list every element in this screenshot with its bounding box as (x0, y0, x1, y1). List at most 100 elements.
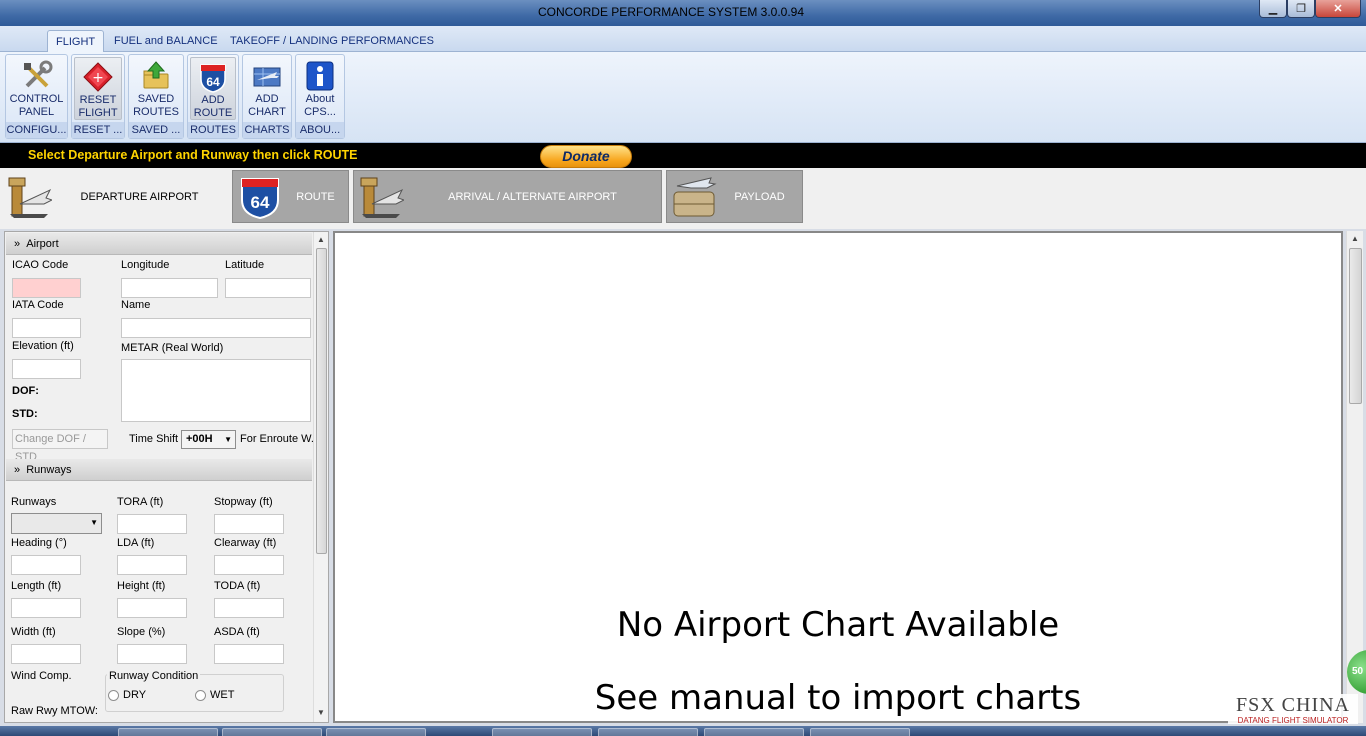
stopway-label: Stopway (ft) (214, 496, 273, 508)
icao-input[interactable] (12, 278, 81, 298)
about-label-2: CPS... (304, 106, 336, 118)
reset-flight-label-1: RESET (79, 94, 117, 106)
taskbar-item[interactable] (704, 728, 804, 736)
enroute-label: For Enroute W... (240, 433, 321, 445)
tab-arrival-alternate-airport[interactable]: ARRIVAL / ALTERNATE AIRPORT (353, 170, 662, 223)
taskbar-item[interactable] (118, 728, 218, 736)
taskbar-item[interactable] (326, 728, 426, 736)
heading-input[interactable] (11, 555, 81, 575)
scroll-up-icon[interactable]: ▲ (317, 235, 325, 244)
tab-payload[interactable]: PAYLOAD (666, 170, 803, 223)
taskbar-item[interactable] (810, 728, 910, 736)
asda-input[interactable] (214, 644, 284, 664)
dry-radio[interactable]: DRY (108, 689, 146, 701)
tab-flight[interactable]: FLIGHT (47, 30, 105, 52)
tab-takeoff-landing-performances[interactable]: TAKEOFF / LANDING PERFORMANCES (222, 30, 442, 52)
import-charts-hint: See manual to import charts (594, 678, 1082, 718)
add-chart-button[interactable]: ADD CHART (245, 57, 289, 120)
metar-label: METAR (Real World) (121, 342, 224, 354)
height-input[interactable] (117, 598, 187, 618)
airport-header-label: Airport (26, 238, 59, 250)
radio-circle-icon (108, 689, 119, 701)
donate-button[interactable]: Donate (540, 145, 632, 168)
tab-payload-label: PAYLOAD (734, 190, 785, 203)
minimize-button[interactable]: ▁ (1259, 0, 1287, 18)
maximize-button[interactable]: ❐ (1287, 0, 1315, 18)
clearway-input[interactable] (214, 555, 284, 575)
time-shift-label: Time Shift (129, 433, 179, 445)
wind-comp-label: Wind Comp. (11, 670, 72, 682)
tab-route[interactable]: 64 ROUTE (232, 170, 349, 223)
heading-label: Heading (°) (11, 537, 67, 549)
taskbar-item[interactable] (598, 728, 698, 736)
scrollbar-thumb[interactable] (1349, 248, 1362, 404)
ribbon-group-charts: ADD CHART CHARTS (242, 54, 292, 139)
tab-departure-airport[interactable]: DEPARTURE AIRPORT (2, 170, 227, 223)
scrollbar-thumb[interactable] (316, 248, 327, 554)
svg-text:+: + (92, 70, 104, 86)
longitude-input[interactable] (121, 278, 218, 298)
length-input[interactable] (11, 598, 81, 618)
saved-routes-button[interactable]: SAVED ROUTES (131, 57, 181, 120)
width-label: Width (ft) (11, 626, 56, 638)
fsx-china-watermark: FSX CHINA DATANG FLIGHT SIMULATOR (1228, 694, 1358, 725)
metar-textarea[interactable] (121, 359, 311, 422)
tora-label: TORA (ft) (117, 496, 164, 508)
about-label-1: About (305, 93, 335, 105)
lda-label: LDA (ft) (117, 537, 155, 549)
windows-taskbar (0, 726, 1366, 736)
airport-section-header[interactable]: » Airport (6, 233, 312, 255)
add-route-button[interactable]: 64 ADD ROUTE (190, 57, 236, 120)
elevation-input[interactable] (12, 359, 81, 379)
tools-icon (21, 60, 53, 92)
group-label-routes: ROUTES (188, 122, 238, 138)
stopway-input[interactable] (214, 514, 284, 534)
control-panel-button[interactable]: CONTROL PANEL (8, 57, 65, 120)
dry-label: DRY (123, 689, 147, 701)
watermark-title: FSX CHINA (1235, 694, 1351, 716)
raw-rwy-mtow-label: Raw Rwy MTOW: (11, 705, 98, 717)
lda-input[interactable] (117, 555, 187, 575)
left-panel-scrollbar[interactable]: ▲ ▼ (313, 232, 328, 722)
reset-flight-button[interactable]: + RESET FLIGHT (74, 57, 122, 120)
icao-label: ICAO Code (12, 259, 69, 271)
ribbon-group-reset: + RESET FLIGHT RESET ... (71, 54, 125, 139)
group-label-charts: CHARTS (243, 122, 291, 138)
taskbar-item[interactable] (222, 728, 322, 736)
latitude-input[interactable] (225, 278, 311, 298)
dropdown-arrow-icon: ▼ (224, 435, 232, 444)
scroll-down-icon[interactable]: ▼ (317, 708, 325, 717)
taskbar-item[interactable] (492, 728, 592, 736)
chart-scrollbar[interactable]: ▲ (1346, 231, 1363, 723)
elevation-label: Elevation (ft) (12, 340, 74, 352)
info-icon (304, 60, 336, 92)
tora-input[interactable] (117, 514, 187, 534)
no-chart-message: No Airport Chart Available (616, 605, 1060, 645)
tab-fuel-and-balance[interactable]: FUEL and BALANCE (106, 30, 226, 52)
change-dof-std-button[interactable]: Change DOF / STD (12, 429, 108, 463)
width-input[interactable] (11, 644, 81, 664)
dof-label: DOF: (12, 385, 39, 397)
wet-label: WET (210, 689, 235, 701)
runways-select[interactable]: ▼ (11, 513, 102, 534)
scroll-up-icon[interactable]: ▲ (1351, 234, 1359, 243)
wet-radio[interactable]: WET (195, 689, 234, 701)
longitude-label: Longitude (121, 259, 170, 271)
tab-departure-label: DEPARTURE AIRPORT (80, 190, 199, 203)
luggage-plane-icon (671, 174, 717, 220)
ribbon: CONTROL PANEL CONFIGU... + RESET FLIGHT … (0, 52, 1366, 143)
slope-input[interactable] (117, 644, 187, 664)
close-button[interactable]: ✕ (1315, 0, 1361, 18)
about-cps-button[interactable]: About CPS... (298, 57, 342, 120)
runways-section-header[interactable]: » Runways (6, 459, 312, 481)
name-input[interactable] (121, 318, 311, 338)
window-title: CONCORDE PERFORMANCE SYSTEM 3.0.0.94 (537, 5, 805, 19)
dropdown-arrow-icon: ▼ (90, 518, 98, 527)
toda-input[interactable] (214, 598, 284, 618)
iata-input[interactable] (12, 318, 81, 338)
add-route-label-2: ROUTE (193, 107, 233, 119)
ribbon-group-configuration: CONTROL PANEL CONFIGU... (5, 54, 68, 139)
group-label-saved: SAVED ... (129, 122, 183, 138)
time-shift-select[interactable]: +00H ▼ (181, 430, 236, 449)
collapse-chevron-icon: » (14, 238, 27, 250)
